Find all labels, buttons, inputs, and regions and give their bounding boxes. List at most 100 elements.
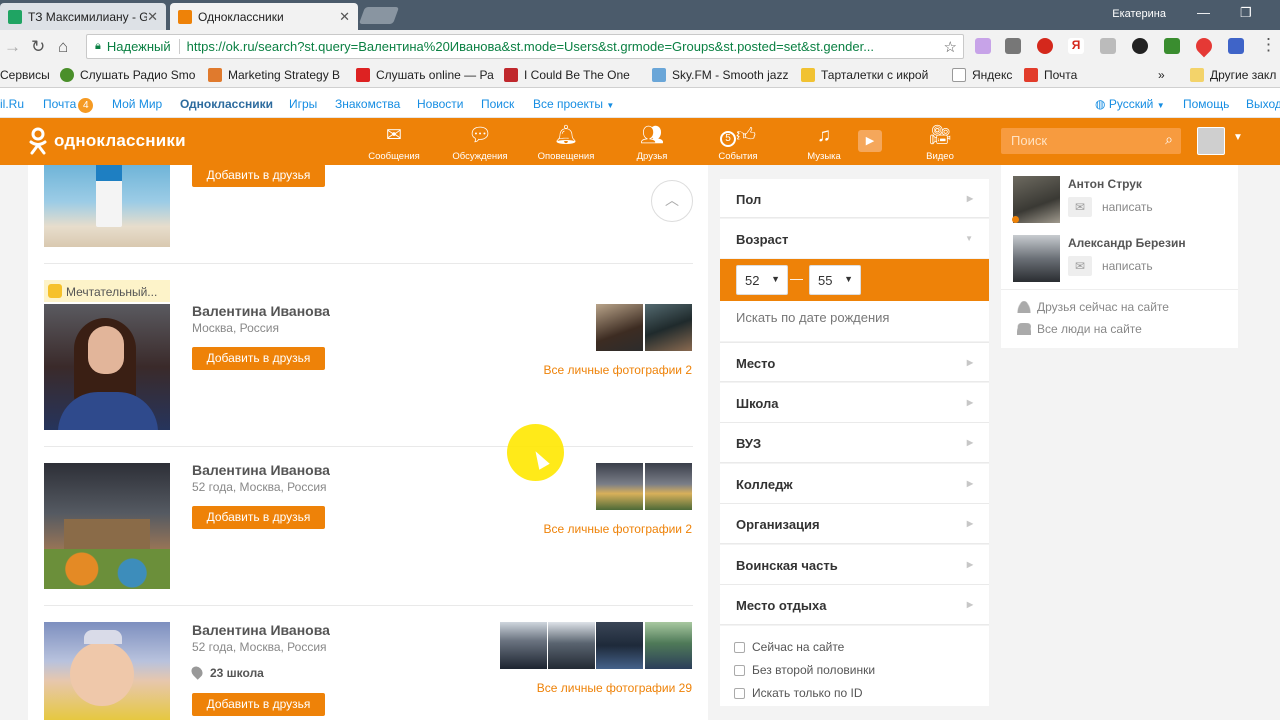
filter-gender[interactable]: Пол ▶ xyxy=(720,179,989,218)
checkbox-search-by-id[interactable]: Искать только по ID xyxy=(734,686,863,700)
photo-thumbnail[interactable] xyxy=(500,622,547,669)
filter-vacation-place[interactable]: Место отдыха ▶ xyxy=(720,585,989,625)
nav-events[interactable]: 5 👍︎ События xyxy=(706,123,770,162)
help-link[interactable]: Помощь xyxy=(1183,97,1229,111)
forward-icon[interactable]: → xyxy=(4,37,21,57)
filter-college[interactable]: Колледж ▶ xyxy=(720,464,989,504)
search-by-birthdate-link[interactable]: Искать по дате рождения xyxy=(720,301,989,341)
profile-photo[interactable] xyxy=(44,463,170,589)
nav-messages[interactable]: ✉ Сообщения xyxy=(362,123,426,162)
browser-profile-name[interactable]: Екатерина xyxy=(1112,8,1166,20)
chevron-down-icon[interactable]: ▼ xyxy=(1233,132,1243,143)
extension-pdf-icon[interactable] xyxy=(1100,38,1116,54)
avatar[interactable] xyxy=(1197,127,1225,155)
all-photos-link[interactable]: Все личные фотографии 2 xyxy=(543,363,692,377)
bookmark-radio[interactable]: Слушать Радио Smo xyxy=(60,68,195,82)
tab-odnoklassniki[interactable]: Одноклассники ✕ xyxy=(170,3,358,30)
friend-name[interactable]: Антон Струк xyxy=(1068,177,1142,191)
extension-grid-icon[interactable] xyxy=(1164,38,1180,54)
checkbox-box[interactable] xyxy=(734,641,745,653)
all-photos-link[interactable]: Все личные фотографии 29 xyxy=(537,681,692,695)
add-friend-button[interactable]: Добавить в друзья xyxy=(192,164,325,187)
ok-logo[interactable]: одноклассники xyxy=(28,127,186,155)
photo-thumbnail[interactable] xyxy=(548,622,595,669)
extension-pin-icon[interactable] xyxy=(1192,34,1216,58)
minimize-icon[interactable]: — xyxy=(1197,5,1210,20)
add-friend-button[interactable]: Добавить в друзья xyxy=(192,506,325,529)
photo-thumbnail[interactable] xyxy=(596,622,643,669)
friend-avatar[interactable] xyxy=(1013,235,1060,282)
all-online-link[interactable]: Все люди на сайте xyxy=(1017,322,1142,336)
language-link[interactable]: ◍ Русский ▼ xyxy=(1095,97,1165,111)
profile-photo[interactable] xyxy=(44,622,170,720)
ok-link[interactable]: Одноклассники xyxy=(180,97,273,111)
person-name[interactable]: Валентина Иванова xyxy=(192,462,330,478)
write-message-button[interactable]: ✉ написать xyxy=(1068,256,1153,276)
extension-sm-icon[interactable] xyxy=(1228,38,1244,54)
write-message-button[interactable]: ✉ написать xyxy=(1068,197,1153,217)
tab-google-doc[interactable]: ТЗ Максимилиану - Goo ✕ xyxy=(0,3,166,30)
bookmark-skyfm[interactable]: Sky.FM - Smooth jazz xyxy=(652,68,788,82)
bookmark-music[interactable]: I Could Be The One xyxy=(504,68,630,82)
age-to-select[interactable]: 55 ▼ xyxy=(809,265,861,295)
profile-photo[interactable] xyxy=(44,165,170,247)
checkbox-box[interactable] xyxy=(734,664,745,676)
url-text[interactable]: https://ok.ru/search?st.query=Валентина%… xyxy=(187,39,874,54)
add-friend-button[interactable]: Добавить в друзья xyxy=(192,693,325,716)
bookmark-star-icon[interactable]: ☆ xyxy=(944,38,957,56)
extension-circle-icon[interactable] xyxy=(1132,38,1148,54)
nav-notifications[interactable]: 🔔︎ Оповещения xyxy=(534,123,598,162)
add-friend-button[interactable]: Добавить в друзья xyxy=(192,347,325,370)
photo-thumbnail[interactable] xyxy=(596,463,643,510)
extension-s-icon[interactable] xyxy=(1037,38,1053,54)
profile-photo[interactable] xyxy=(44,304,170,430)
bookmark-marketing[interactable]: Marketing Strategy B xyxy=(208,68,340,82)
my-world-link[interactable]: Мой Мир xyxy=(112,97,162,111)
photo-thumbnail[interactable] xyxy=(596,304,643,351)
nav-music[interactable]: ♫ Музыка xyxy=(792,123,856,162)
close-tab-icon[interactable]: ✕ xyxy=(147,9,158,25)
scroll-up-button[interactable]: ︿ xyxy=(651,180,693,222)
photo-thumbnail[interactable] xyxy=(645,463,692,510)
more-bookmarks-button[interactable]: » xyxy=(1158,68,1165,82)
mail-link[interactable]: Почта 4 xyxy=(43,97,94,113)
all-photos-link[interactable]: Все личные фотографии 2 xyxy=(543,522,692,536)
music-play-icon[interactable]: ▶ xyxy=(858,130,882,152)
bookmark-other[interactable]: Другие закл xyxy=(1190,68,1276,82)
home-icon[interactable]: ⌂ xyxy=(58,37,68,57)
dating-link[interactable]: Знакомства xyxy=(335,97,400,111)
search-link[interactable]: Поиск xyxy=(481,97,514,111)
nav-video[interactable]: 🎥︎ Видео xyxy=(908,123,972,162)
online-friends-link[interactable]: Друзья сейчас на сайте xyxy=(1017,300,1169,314)
nav-friends[interactable]: 👥︎ Друзья xyxy=(620,123,684,162)
friend-avatar[interactable] xyxy=(1013,176,1060,223)
filter-university[interactable]: ВУЗ ▶ xyxy=(720,423,989,463)
bookmark-recipe[interactable]: Тарталетки с икрой xyxy=(801,68,928,82)
all-projects-link[interactable]: Все проекты ▼ xyxy=(533,97,614,111)
bookmark-services[interactable]: Сервисы xyxy=(0,68,50,82)
menu-icon[interactable]: ⋮ xyxy=(1260,35,1277,55)
games-link[interactable]: Игры xyxy=(289,97,317,111)
logout-link[interactable]: Выход xyxy=(1246,97,1280,111)
friend-name[interactable]: Александр Березин xyxy=(1068,236,1186,250)
photo-thumbnail[interactable] xyxy=(645,304,692,351)
person-name[interactable]: Валентина Иванова xyxy=(192,622,330,638)
news-link[interactable]: Новости xyxy=(417,97,463,111)
nav-discussions[interactable]: 💬︎ Обсуждения xyxy=(448,123,512,162)
search-icon[interactable]: ⌕ xyxy=(1165,131,1173,148)
extension-yandex-icon[interactable]: Я xyxy=(1068,38,1084,54)
filter-organization[interactable]: Организация ▶ xyxy=(720,504,989,544)
bookmark-mail[interactable]: Почта xyxy=(1024,68,1077,82)
filter-school[interactable]: Школа ▶ xyxy=(720,383,989,423)
extension-camera-icon[interactable] xyxy=(1005,38,1021,54)
address-bar[interactable]: 🔒︎ Надежный https://ok.ru/search?st.quer… xyxy=(86,34,964,59)
filter-age[interactable]: Возраст ▼ xyxy=(720,219,989,258)
age-from-select[interactable]: 52 ▼ xyxy=(736,265,788,295)
extension-pen-icon[interactable] xyxy=(975,38,991,54)
ok-search-input[interactable]: Поиск ⌕ xyxy=(1001,128,1181,154)
filter-place[interactable]: Место ▶ xyxy=(720,342,989,382)
photo-thumbnail[interactable] xyxy=(645,622,692,669)
reload-icon[interactable]: ↻ xyxy=(31,37,45,57)
mailru-link[interactable]: il.Ru xyxy=(0,97,24,111)
close-tab-icon[interactable]: ✕ xyxy=(339,9,350,25)
